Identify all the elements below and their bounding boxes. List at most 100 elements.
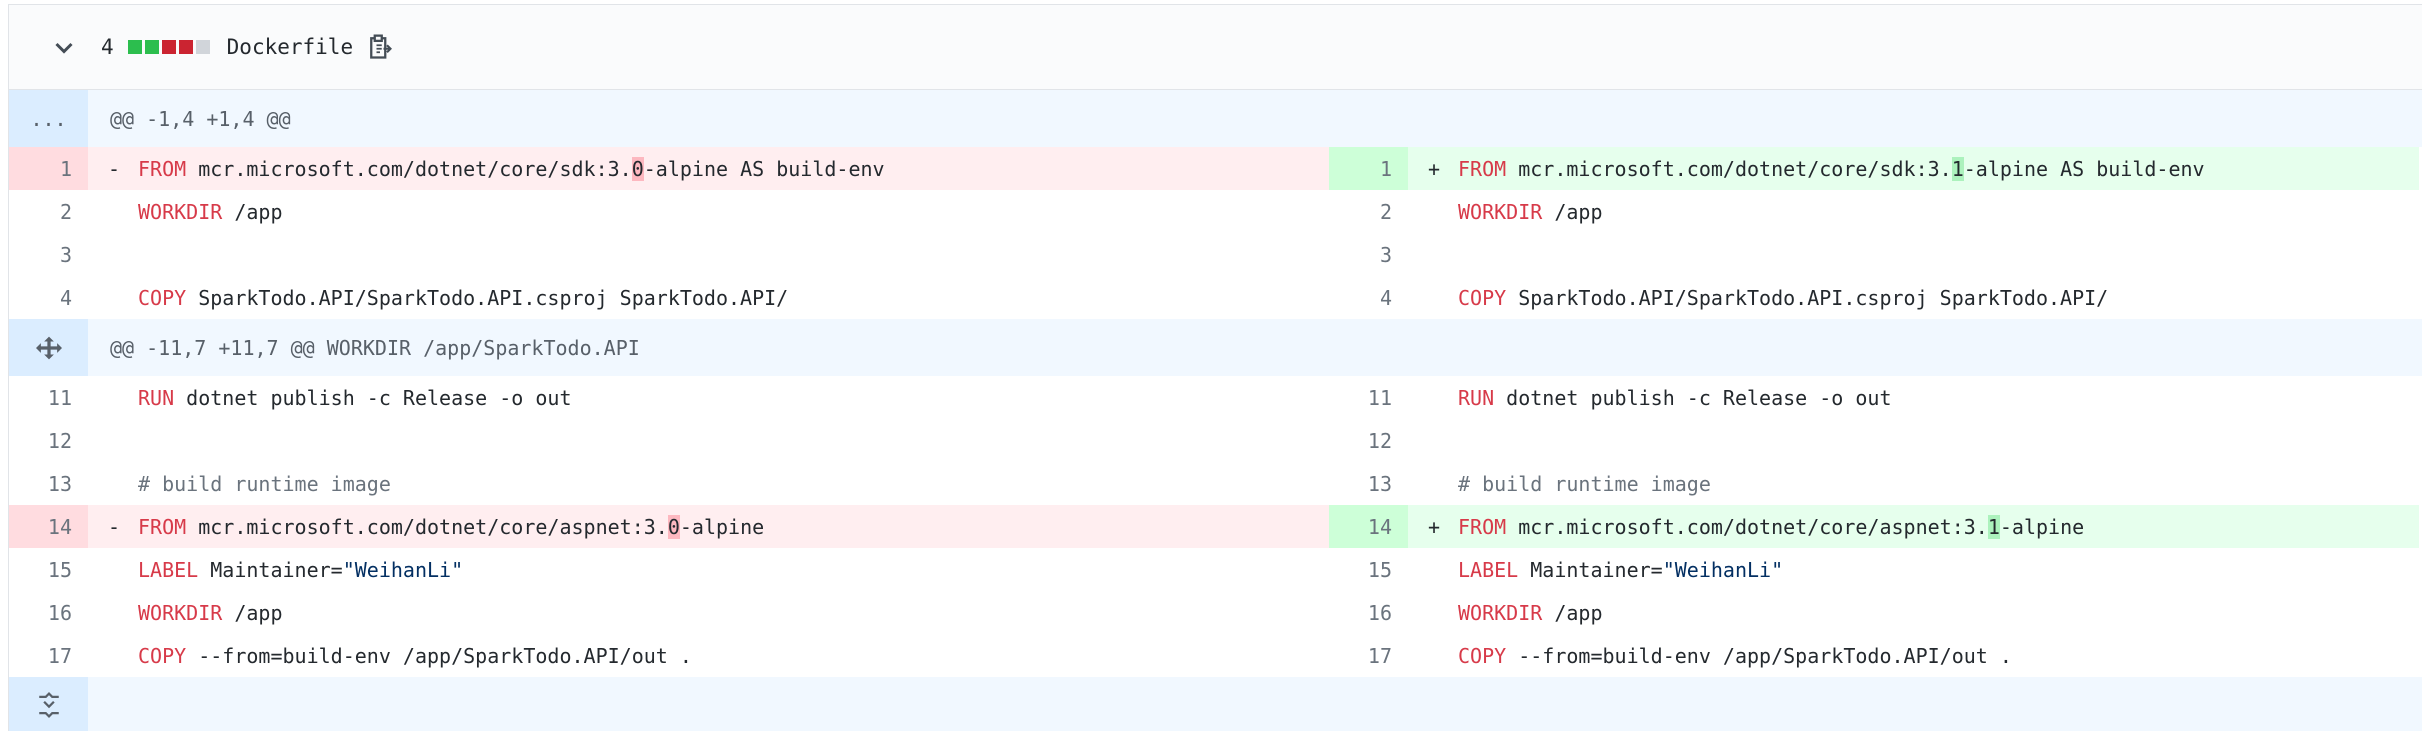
diff-marker [108,429,138,453]
code-text: mcr.microsoft.com/dotnet/core/sdk:3. [186,156,632,181]
expand-down-icon[interactable] [9,677,88,731]
old-line-number[interactable]: 17 [9,634,88,677]
old-line-number[interactable]: 1 [9,147,88,190]
new-line-number[interactable]: 17 [1329,634,1408,677]
diffstat-block [195,40,210,54]
new-code-line: COPY SparkTodo.API/SparkTodo.API.csproj … [1408,276,2419,319]
changed-char: 0 [631,156,644,181]
old-line-number[interactable]: 13 [9,462,88,505]
diff-row: 15 LABEL Maintainer= "WeihanLi" 15 LABEL M… [9,548,2422,591]
code-text: -alpine AS build-env [643,156,885,181]
comment-text: # build runtime image [1458,471,1711,496]
code-text: --from=build-env /app/SparkTodo.API/out … [1506,643,2012,668]
code-text: --from=build-env /app/SparkTodo.API/out … [186,643,692,668]
keyword: WORKDIR [138,600,223,625]
code-text: dotnet publish -c Release -o out [1494,385,1892,410]
string-literal: "WeihanLi" [1662,557,1784,582]
new-code-line: # build runtime image [1408,462,2419,505]
diff-marker [1428,386,1458,410]
old-code-line: LABEL Maintainer= "WeihanLi" [88,548,1329,591]
diff-row: 16 WORKDIR /app 16 WORKDIR /app [9,591,2422,634]
new-line-number[interactable]: 15 [1329,548,1408,591]
code-text: /app [222,600,283,625]
changed-char: 1 [1951,156,1964,181]
hunk-header-text: @@ -11,7 +11,7 @@ WORKDIR /app/SparkTodo… [110,335,640,360]
diff-row: 11 RUN dotnet publish -c Release -o out 1… [9,376,2422,419]
keyword: FROM [1458,156,1507,181]
new-line-number[interactable]: 14 [1329,505,1408,548]
old-code-line: COPY SparkTodo.API/SparkTodo.API.csproj … [88,276,1329,319]
file-name[interactable]: Dockerfile [227,35,353,59]
new-code-line: RUN dotnet publish -c Release -o out [1408,376,2419,419]
old-line-number[interactable]: 14 [9,505,88,548]
diff-row: 13 # build runtime image 13 # build runti… [9,462,2422,505]
code-text: mcr.microsoft.com/dotnet/core/aspnet:3. [1506,514,1988,539]
changed-char: 1 [1987,514,2000,539]
new-line-number[interactable]: 1 [1329,147,1408,190]
old-line-number[interactable]: 3 [9,233,88,276]
code-text: /app [222,199,283,224]
diff-marker [108,472,138,496]
diff-marker [1428,243,1458,267]
chevron-down-icon[interactable] [49,32,79,62]
diff-row: 12 12 [9,419,2422,462]
code-text: -alpine AS build-env [1963,156,2205,181]
old-line-number[interactable]: 11 [9,376,88,419]
new-line-number[interactable]: 12 [1329,419,1408,462]
code-text: SparkTodo.API/SparkTodo.API.csproj Spark… [186,285,789,310]
new-line-number[interactable]: 3 [1329,233,1408,276]
hunk-header-text: @@ -1,4 +1,4 @@ [110,106,291,131]
diffstat-block [127,40,142,54]
new-code-line [1408,233,2419,276]
new-code-line: + FROM mcr.microsoft.com/dotnet/core/aspn… [1408,505,2419,548]
diff-row: 17 COPY --from=build-env /app/SparkTodo.… [9,634,2422,677]
hunk-header: @@ -11,7 +11,7 @@ WORKDIR /app/SparkTodo… [9,319,2422,376]
diff-marker [108,558,138,582]
diff-marker [108,644,138,668]
diff-table: ... @@ -1,4 +1,4 @@ 1- FROM mcr.microsoft… [9,90,2422,731]
diffstat-block [178,40,193,54]
new-line-number[interactable]: 11 [1329,376,1408,419]
keyword: LABEL [1458,557,1519,582]
diff-marker [108,243,138,267]
diff-row: 1- FROM mcr.microsoft.com/dotnet/core/sdk… [9,147,2422,190]
keyword: COPY [1458,285,1507,310]
keyword: FROM [138,156,187,181]
code-text: /app [1542,600,1603,625]
keyword: RUN [1458,385,1495,410]
diff-row: 4 COPY SparkTodo.API/SparkTodo.API.cspro… [9,276,2422,319]
keyword: RUN [138,385,175,410]
diff-marker [1428,558,1458,582]
string-literal: "WeihanLi" [342,557,464,582]
diff-marker [108,601,138,625]
old-line-number[interactable]: 12 [9,419,88,462]
old-line-number[interactable]: 16 [9,591,88,634]
keyword: COPY [138,285,187,310]
old-code-line [88,233,1329,276]
diff-marker [108,286,138,310]
new-line-number[interactable]: 4 [1329,276,1408,319]
old-code-line: RUN dotnet publish -c Release -o out [88,376,1329,419]
keyword: WORKDIR [1458,199,1543,224]
hunk-expander[interactable]: ... [9,90,88,147]
old-code-line [88,419,1329,462]
change-count: 4 [101,35,114,59]
old-line-number[interactable]: 2 [9,190,88,233]
new-line-number[interactable]: 13 [1329,462,1408,505]
changed-char: 0 [667,514,680,539]
code-text: SparkTodo.API/SparkTodo.API.csproj Spark… [1506,285,2109,310]
hunk-footer [9,677,2422,731]
diff-marker [108,386,138,410]
expand-up-down-icon[interactable] [9,319,88,376]
keyword: COPY [138,643,187,668]
new-line-number[interactable]: 16 [1329,591,1408,634]
keyword: WORKDIR [1458,600,1543,625]
code-text: -alpine [1999,514,2085,539]
old-line-number[interactable]: 15 [9,548,88,591]
old-line-number[interactable]: 4 [9,276,88,319]
code-text: /app [1542,199,1603,224]
new-line-number[interactable]: 2 [1329,190,1408,233]
copy-path-icon[interactable] [365,32,395,62]
code-text: mcr.microsoft.com/dotnet/core/sdk:3. [1506,156,1952,181]
diff-row: 14- FROM mcr.microsoft.com/dotnet/core/as… [9,505,2422,548]
